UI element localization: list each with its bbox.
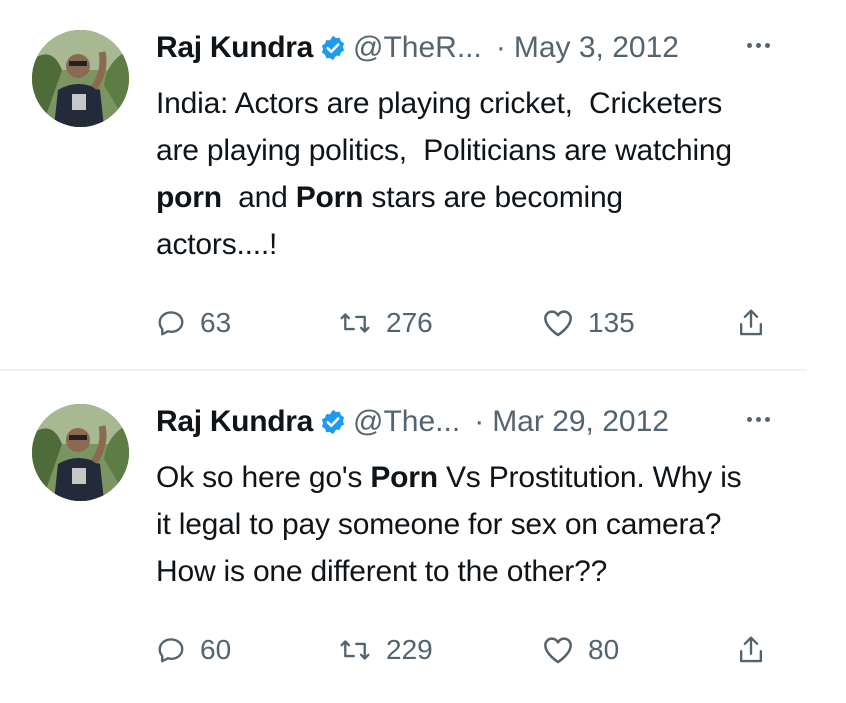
- bold-text: Porn: [295, 181, 364, 214]
- avatar[interactable]: [32, 30, 129, 127]
- text-segment: and: [221, 181, 296, 214]
- reply-button[interactable]: 63: [156, 303, 231, 343]
- verified-badge-icon: [319, 408, 347, 436]
- tweet-text-line: porn and Porn stars are becoming: [156, 174, 796, 221]
- text-segment: are playing politics, Politicians are wa…: [156, 134, 732, 167]
- reply-icon: [156, 308, 186, 338]
- text-segment: stars are becoming: [363, 181, 623, 214]
- author-name[interactable]: Raj Kundra: [156, 31, 313, 65]
- verified-badge-icon: [319, 34, 347, 62]
- tweet[interactable]: Raj Kundra @TheR... · May 3, 2012 India:…: [0, 0, 810, 370]
- reply-count: 63: [200, 307, 232, 338]
- reply-button[interactable]: 60: [156, 630, 231, 670]
- text-segment: India: Actors are playing cricket, Crick…: [156, 87, 723, 120]
- tweet-text-line: How is one different to the other??: [156, 548, 796, 595]
- more-options-icon[interactable]: [738, 30, 778, 60]
- retweet-button[interactable]: 229: [338, 630, 433, 670]
- share-icon: [736, 307, 766, 339]
- share-icon: [736, 634, 766, 666]
- tweet-text-line: it legal to pay someone for sex on camer…: [156, 501, 796, 548]
- like-button[interactable]: 135: [542, 303, 635, 343]
- like-count: 135: [588, 307, 635, 338]
- tweet-text: India: Actors are playing cricket, Crick…: [156, 80, 796, 268]
- heart-icon: [542, 635, 574, 665]
- more-options-icon[interactable]: [738, 404, 778, 434]
- tweet-divider: [0, 369, 806, 371]
- reply-count: 60: [200, 634, 232, 665]
- tweet-text-line: India: Actors are playing cricket, Crick…: [156, 80, 796, 127]
- retweet-icon: [338, 635, 372, 665]
- author-handle[interactable]: @The...: [353, 405, 460, 439]
- tweet-date[interactable]: May 3, 2012: [514, 31, 679, 65]
- avatar[interactable]: [32, 404, 129, 501]
- text-segment: Vs Prostitution. Why is: [437, 461, 742, 494]
- tweet-date[interactable]: Mar 29, 2012: [492, 405, 669, 439]
- tweet-text-line: Ok so here go's Porn Vs Prostitution. Wh…: [156, 454, 796, 501]
- like-count: 80: [588, 634, 620, 665]
- like-button[interactable]: 80: [542, 630, 619, 670]
- tweet[interactable]: Raj Kundra @The... · Mar 29, 2012 Ok so …: [0, 374, 810, 694]
- author-handle[interactable]: @TheR...: [353, 31, 482, 65]
- share-button[interactable]: [736, 303, 766, 343]
- text-segment: Ok so here go's: [156, 461, 371, 494]
- tweet-header: Raj Kundra @TheR... · May 3, 2012: [156, 26, 776, 70]
- retweet-count: 276: [386, 307, 433, 338]
- tweet-feed: Raj Kundra @TheR... · May 3, 2012 India:…: [0, 0, 846, 703]
- bold-text: Porn: [370, 461, 438, 494]
- tweet-header: Raj Kundra @The... · Mar 29, 2012: [156, 400, 776, 444]
- separator-dot: ·: [474, 405, 485, 438]
- heart-icon: [542, 308, 574, 338]
- text-segment: it legal to pay someone for sex on camer…: [156, 508, 722, 541]
- tweet-text-line: actors....!: [156, 221, 796, 268]
- retweet-icon: [338, 308, 372, 338]
- retweet-button[interactable]: 276: [338, 303, 433, 343]
- tweet-actions: 60 229 80: [156, 630, 796, 670]
- share-button[interactable]: [736, 630, 766, 670]
- text-segment: How is one different to the other??: [156, 555, 608, 588]
- bold-text: porn: [156, 181, 222, 214]
- tweet-text: Ok so here go's Porn Vs Prostitution. Wh…: [156, 454, 796, 595]
- separator-dot: ·: [495, 31, 506, 64]
- tweet-actions: 63 276 135: [156, 303, 796, 343]
- tweet-text-line: are playing politics, Politicians are wa…: [156, 127, 796, 174]
- author-name[interactable]: Raj Kundra: [156, 405, 313, 439]
- text-segment: actors....!: [156, 228, 278, 261]
- reply-icon: [156, 635, 186, 665]
- retweet-count: 229: [386, 634, 433, 665]
